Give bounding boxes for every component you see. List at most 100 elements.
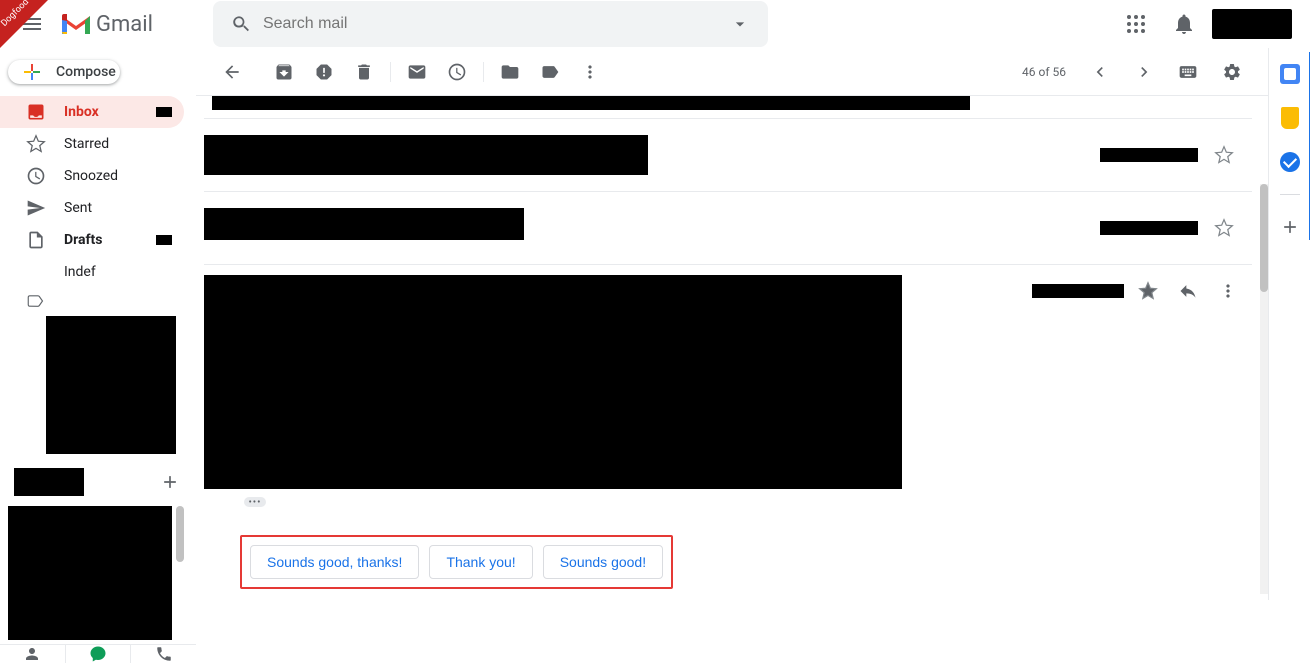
pagination-counter: 46 of 56 [1022, 65, 1066, 79]
message-body-redacted [204, 275, 902, 489]
reply-icon [1178, 281, 1198, 301]
smart-reply-3[interactable]: Sounds good! [543, 545, 663, 579]
collapsed-message-2[interactable] [204, 191, 1252, 264]
nav-indef-label: Indef [64, 264, 96, 280]
back-button[interactable] [212, 52, 252, 92]
message-1-date-redacted [1100, 148, 1198, 162]
body: Compose Inbox Starred Snoozed Sent [0, 48, 1310, 600]
keyboard-icon [1178, 62, 1198, 82]
inbox-count-redacted [156, 107, 172, 117]
search-bar [213, 1, 768, 47]
hangouts-header [8, 464, 188, 500]
delete-button[interactable] [344, 52, 384, 92]
account-avatar[interactable] [1212, 9, 1292, 39]
calendar-addon[interactable] [1274, 58, 1306, 90]
snooze-button[interactable] [437, 52, 477, 92]
older-button[interactable] [1124, 52, 1164, 92]
more-vert-icon [1218, 281, 1238, 301]
nav-inbox[interactable]: Inbox [0, 96, 184, 128]
header-right [1116, 4, 1302, 44]
mark-unread-button[interactable] [397, 52, 437, 92]
toolbar-right: 46 of 56 [1022, 52, 1252, 92]
spam-button[interactable] [304, 52, 344, 92]
search-input[interactable] [263, 15, 718, 33]
tasks-icon [1280, 152, 1300, 172]
hangouts-section [0, 464, 196, 640]
trash-icon [354, 62, 374, 82]
clock-icon [26, 166, 46, 186]
arrow-back-icon [222, 62, 242, 82]
rail-divider [1280, 194, 1300, 195]
gmail-logo[interactable]: Gmail [60, 12, 153, 37]
main: 46 of 56 [196, 48, 1268, 600]
search-options-button[interactable] [718, 2, 762, 46]
input-tools-button[interactable] [1168, 52, 1208, 92]
apps-grid-icon [1124, 12, 1148, 36]
hangouts-phone-tab[interactable] [131, 645, 196, 663]
hangouts-new-button[interactable] [158, 470, 182, 494]
hangouts-icon [89, 645, 107, 663]
message-more-button[interactable] [1212, 275, 1244, 307]
plus-icon [1280, 217, 1300, 237]
label-item-1[interactable] [0, 288, 196, 314]
archive-icon [274, 62, 294, 82]
star-icon [26, 134, 46, 154]
star-message-3[interactable] [1132, 275, 1164, 307]
nav-snoozed[interactable]: Snoozed [0, 160, 184, 192]
labels-button[interactable] [530, 52, 570, 92]
message-2-redacted [204, 208, 524, 240]
hangouts-list-redacted [8, 506, 172, 640]
show-trimmed-button[interactable]: ••• [244, 497, 266, 507]
reply-icon-button[interactable] [1172, 275, 1204, 307]
hangouts-name-redacted [14, 468, 84, 496]
snooze-icon [447, 62, 467, 82]
keep-addon[interactable] [1274, 102, 1306, 134]
tasks-addon[interactable] [1274, 146, 1306, 178]
hangouts-chat-tab[interactable] [66, 645, 132, 663]
nav-indef[interactable]: Indef [0, 256, 184, 288]
main-scrollbar-track[interactable] [1260, 184, 1268, 594]
get-addons-button[interactable] [1274, 211, 1306, 243]
settings-button[interactable] [1212, 52, 1252, 92]
nav-sent[interactable]: Sent [0, 192, 184, 224]
newer-button[interactable] [1080, 52, 1120, 92]
collapsed-message-1[interactable] [204, 118, 1252, 191]
content: ••• Sounds good, thanks! Thank you! Soun… [196, 96, 1268, 600]
notifications-button[interactable] [1164, 4, 1204, 44]
search-button[interactable] [219, 2, 263, 46]
smart-reply-1[interactable]: Sounds good, thanks! [250, 545, 419, 579]
drafts-count-redacted [156, 235, 172, 245]
gmail-m-icon [60, 12, 92, 36]
nav-drafts[interactable]: Drafts [0, 224, 184, 256]
apps-button[interactable] [1116, 4, 1156, 44]
star-message-2[interactable] [1204, 208, 1244, 248]
inbox-icon [26, 102, 46, 122]
main-scrollbar-thumb[interactable] [1260, 184, 1268, 292]
more-vert-icon [580, 62, 600, 82]
message-date-redacted [1032, 284, 1124, 298]
toolbar-separator-2 [483, 62, 484, 82]
more-button[interactable] [570, 52, 610, 92]
gear-icon [1222, 62, 1242, 82]
star-message-1[interactable] [1204, 135, 1244, 175]
send-icon [26, 198, 46, 218]
keep-icon [1281, 107, 1299, 129]
hangouts-scrollbar[interactable] [176, 506, 184, 562]
chevron-left-icon [1090, 62, 1110, 82]
bell-icon [1172, 12, 1196, 36]
star-outline-icon [1214, 145, 1234, 165]
compose-button[interactable]: Compose [8, 60, 120, 84]
smart-reply-2[interactable]: Thank you! [429, 545, 532, 579]
subject-redacted [212, 96, 970, 110]
nav-sent-label: Sent [64, 200, 92, 216]
archive-button[interactable] [264, 52, 304, 92]
nav-items: Inbox Starred Snoozed Sent Drafts [0, 96, 196, 454]
toolbar-separator [390, 62, 391, 82]
person-icon [23, 645, 41, 663]
compose-label: Compose [56, 64, 116, 80]
labels-redacted [46, 316, 176, 454]
nav-starred[interactable]: Starred [0, 128, 184, 160]
hangouts-contacts-tab[interactable] [0, 645, 66, 663]
move-to-button[interactable] [490, 52, 530, 92]
header: Gmail [0, 0, 1310, 48]
